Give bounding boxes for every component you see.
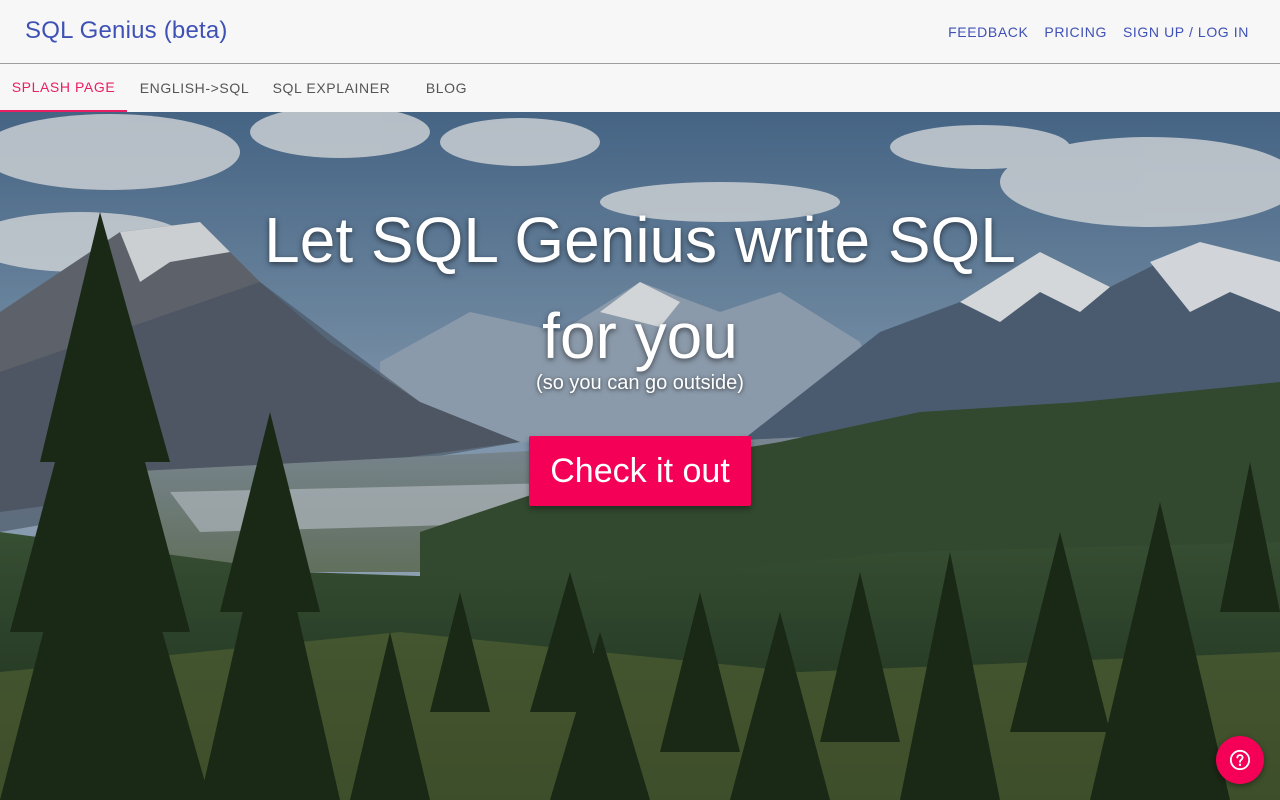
brand-title[interactable]: SQL Genius (beta) [25, 17, 228, 45]
top-nav: FEEDBACK PRICING SIGN UP / LOG IN [941, 0, 1256, 64]
tab-sql-explainer[interactable]: SQL EXPLAINER [262, 64, 401, 112]
tab-english-to-sql[interactable]: ENGLISH->SQL [127, 64, 262, 112]
hero-headline-line-1: Let SQL Genius write SQL [264, 204, 1016, 276]
help-circle-icon [1229, 749, 1251, 771]
pricing-link[interactable]: PRICING [1037, 16, 1114, 48]
feedback-link[interactable]: FEEDBACK [941, 16, 1035, 48]
help-button[interactable] [1216, 736, 1264, 784]
check-it-out-button[interactable]: Check it out [529, 436, 751, 506]
app-bar: SQL Genius (beta) FEEDBACK PRICING SIGN … [0, 0, 1280, 64]
hero-section: Let SQL Genius write SQL for you (so you… [0, 112, 1280, 800]
hero-subtitle: (so you can go outside) [536, 372, 744, 394]
tab-bar: SPLASH PAGE ENGLISH->SQL SQL EXPLAINER B… [0, 64, 1280, 112]
tab-splash-page[interactable]: SPLASH PAGE [0, 64, 127, 112]
tab-blog[interactable]: BLOG [401, 64, 492, 112]
signup-login-link[interactable]: SIGN UP / LOG IN [1116, 16, 1256, 48]
hero-headline: Let SQL Genius write SQL for you [0, 192, 1280, 384]
hero-headline-line-2: for you [542, 300, 738, 372]
